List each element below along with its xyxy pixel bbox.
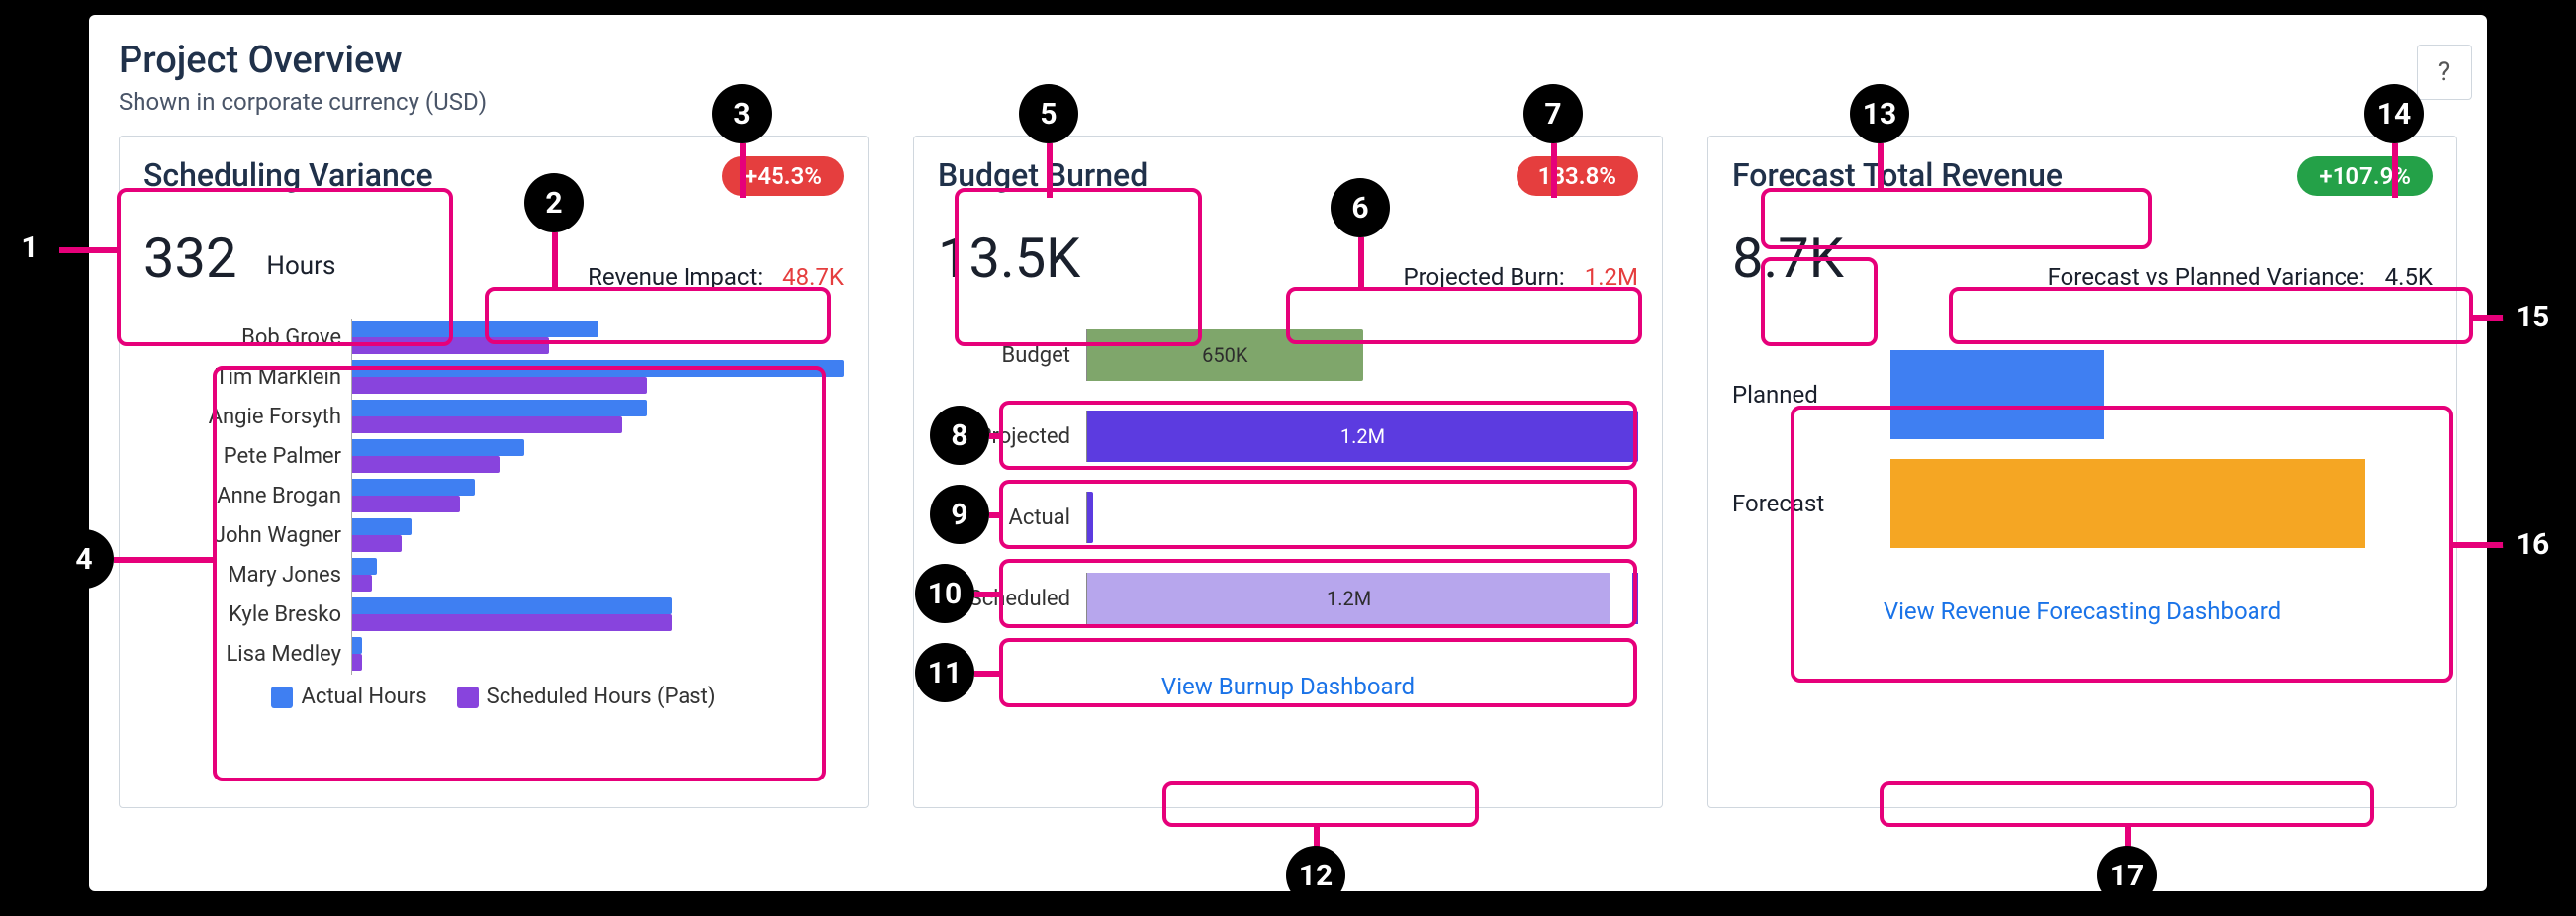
budget-value: 13.5K xyxy=(938,226,1080,291)
marker-6: 6 xyxy=(1331,178,1390,237)
scheduling-row: Angie Forsyth xyxy=(143,398,844,437)
marker-1: 1 xyxy=(0,218,59,277)
marker-14: 14 xyxy=(2364,84,2424,143)
marker-7: 7 xyxy=(1523,84,1583,143)
card-budget-burned: Budget Burned 183.8% 13.5K Projected Bur… xyxy=(913,136,1663,808)
scheduling-row-name: Anne Brogan xyxy=(143,477,351,516)
forecast-row-planned-label: Planned xyxy=(1732,381,1890,409)
legend-scheduled-hours: Scheduled Hours (Past) xyxy=(487,685,716,709)
marker-8: 8 xyxy=(930,406,989,465)
marker-11: 11 xyxy=(915,643,974,702)
marker-2: 2 xyxy=(524,173,584,232)
scheduling-row: Anne Brogan xyxy=(143,477,844,516)
budget-row-scheduled-value: 1.2M xyxy=(1327,587,1371,610)
marker-17: 17 xyxy=(2097,846,2157,905)
scheduling-value: 332 xyxy=(143,226,236,291)
card-scheduling-variance: Scheduling Variance +45.3% 332 Hours Rev… xyxy=(119,136,869,808)
scheduling-row: Kyle Bresko xyxy=(143,595,844,635)
budget-row-actual: Actual xyxy=(938,483,1638,552)
scheduling-title: Scheduling Variance xyxy=(143,156,433,194)
projected-burn-value: 1.2M xyxy=(1585,263,1638,291)
budget-badge: 183.8% xyxy=(1517,156,1638,196)
marker-16: 16 xyxy=(2503,514,2562,574)
marker-13: 13 xyxy=(1850,84,1909,143)
forecast-row-planned: Planned xyxy=(1732,340,2433,449)
scheduling-row-name: John Wagner xyxy=(143,516,351,556)
forecast-chart: Planned Forecast xyxy=(1732,340,2433,558)
help-button[interactable]: ? xyxy=(2417,45,2472,100)
forecast-variance-label: Forecast vs Planned Variance: xyxy=(2048,263,2365,291)
scheduling-row-name: Tim Marklein xyxy=(143,358,351,398)
dashboard-panel: ? Project Overview Shown in corporate cu… xyxy=(89,15,2487,891)
scheduling-row: John Wagner xyxy=(143,516,844,556)
marker-12: 12 xyxy=(1286,846,1345,905)
scheduling-row: Mary Jones xyxy=(143,556,844,595)
burnup-dashboard-link[interactable]: View Burnup Dashboard xyxy=(938,673,1638,700)
page-subtitle: Shown in corporate currency (USD) xyxy=(119,88,2457,116)
marker-10: 10 xyxy=(915,564,974,623)
card-forecast-revenue: Forecast Total Revenue +107.9% 8.7K Fore… xyxy=(1707,136,2457,808)
revenue-impact-label: Revenue Impact: xyxy=(588,263,763,291)
marker-4: 4 xyxy=(54,529,114,589)
scheduling-chart: Bob GroveTim MarkleinAngie ForsythPete P… xyxy=(143,319,844,675)
scheduling-row: Pete Palmer xyxy=(143,437,844,477)
budget-row-projected: Projected 1.2M xyxy=(938,402,1638,471)
budget-row-projected-value: 1.2M xyxy=(1340,424,1385,448)
forecast-row-forecast-label: Forecast xyxy=(1732,490,1890,517)
revenue-impact-value: 48.7K xyxy=(782,263,844,291)
forecast-badge: +107.9% xyxy=(2297,156,2433,196)
budget-row-budget-value: 650K xyxy=(1202,343,1247,367)
page-title: Project Overview xyxy=(119,39,2457,82)
marker-15: 15 xyxy=(2503,287,2562,346)
scheduling-row-name: Bob Grove xyxy=(143,319,351,358)
revenue-forecast-dashboard-link[interactable]: View Revenue Forecasting Dashboard xyxy=(1732,597,2433,625)
forecast-variance-value: 4.5K xyxy=(2385,263,2433,291)
budget-title: Budget Burned xyxy=(938,156,1148,194)
marker-3: 3 xyxy=(712,84,772,143)
forecast-row-forecast: Forecast xyxy=(1732,449,2433,558)
scheduling-row-name: Angie Forsyth xyxy=(143,398,351,437)
forecast-value: 8.7K xyxy=(1732,226,1844,291)
budget-row-budget: Budget 650K xyxy=(938,321,1638,390)
scheduling-unit: Hours xyxy=(266,251,335,281)
scheduling-legend: Actual Hours Scheduled Hours (Past) xyxy=(143,685,844,709)
help-icon: ? xyxy=(2438,57,2450,87)
scheduling-row: Tim Marklein xyxy=(143,358,844,398)
scheduling-row: Lisa Medley xyxy=(143,635,844,675)
scheduling-row-name: Pete Palmer xyxy=(143,437,351,477)
scheduling-row-name: Kyle Bresko xyxy=(143,595,351,635)
legend-actual-hours: Actual Hours xyxy=(301,685,426,709)
budget-row-scheduled: Scheduled 1.2M xyxy=(938,564,1638,633)
marker-9: 9 xyxy=(930,485,989,544)
projected-burn-label: Projected Burn: xyxy=(1404,263,1565,291)
scheduling-row-name: Lisa Medley xyxy=(143,635,351,675)
scheduling-row: Bob Grove xyxy=(143,319,844,358)
forecast-title: Forecast Total Revenue xyxy=(1732,156,2063,194)
budget-chart: Budget 650K Projected 1.2M Actual Schedu… xyxy=(938,321,1638,633)
marker-5: 5 xyxy=(1019,84,1078,143)
budget-row-budget-label: Budget xyxy=(938,343,1086,368)
